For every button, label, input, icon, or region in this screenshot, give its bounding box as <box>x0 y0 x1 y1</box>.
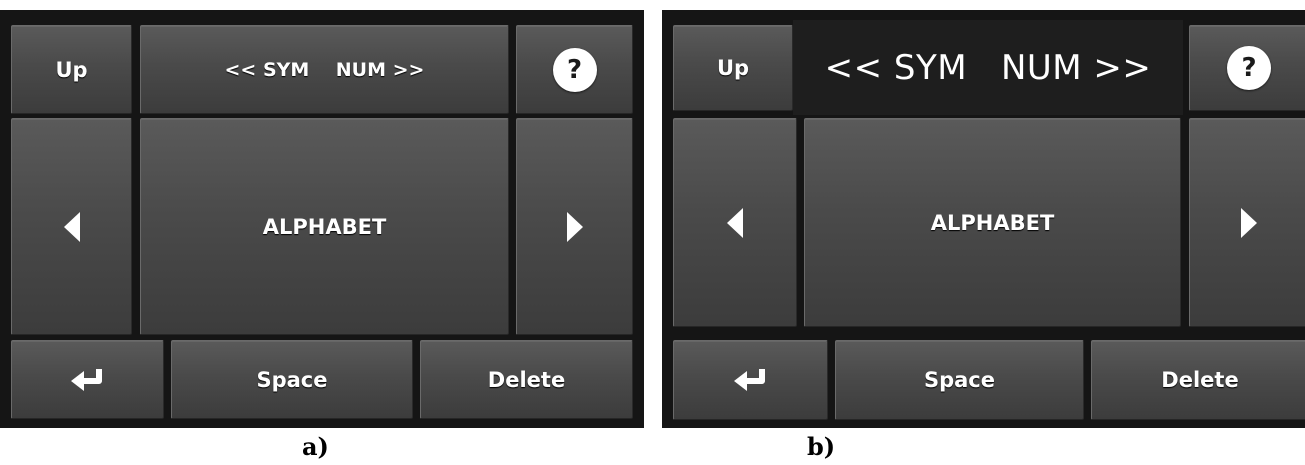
delete-button[interactable]: Delete <box>420 340 633 419</box>
right-arrow-button[interactable] <box>1189 118 1305 327</box>
alphabet-label: ALPHABET <box>262 214 387 239</box>
mode-switch-display[interactable]: << SYM NUM >> <box>793 20 1183 115</box>
right-arrow-icon <box>566 211 583 242</box>
left-arrow-icon <box>63 211 80 242</box>
alphabet-key[interactable]: ALPHABET <box>804 118 1181 327</box>
mode-switch-label: << SYM NUM >> <box>824 47 1152 88</box>
space-label: Space <box>923 368 996 392</box>
space-button[interactable]: Space <box>171 340 413 419</box>
left-arrow-icon <box>727 207 743 238</box>
space-label: Space <box>256 367 328 392</box>
help-icon: ? <box>1227 46 1271 90</box>
mode-switch-button[interactable]: << SYM NUM >> <box>140 25 509 114</box>
delete-label: Delete <box>487 367 566 392</box>
help-button[interactable]: ? <box>516 25 633 114</box>
right-arrow-button[interactable] <box>516 118 633 335</box>
mode-switch-label: << SYM NUM >> <box>224 58 425 81</box>
alphabet-label: ALPHABET <box>930 210 1055 235</box>
figure-caption-a: a) <box>302 432 329 461</box>
alphabet-key[interactable]: ALPHABET <box>140 118 509 335</box>
keyboard-panel-a: Up << SYM NUM >> ? ALPHABET Space Delete <box>0 10 644 428</box>
space-button[interactable]: Space <box>835 340 1084 420</box>
right-arrow-icon <box>1241 207 1257 238</box>
keyboard-panel-b: Up << SYM NUM >> ? ALPHABET Space Delete <box>662 10 1305 428</box>
help-icon: ? <box>552 47 597 92</box>
up-button[interactable]: Up <box>673 25 793 111</box>
figure-caption-b: b) <box>807 432 836 461</box>
up-button-label: Up <box>55 57 88 82</box>
enter-button[interactable] <box>11 340 164 419</box>
help-button[interactable]: ? <box>1189 25 1305 111</box>
up-button-label: Up <box>716 56 750 80</box>
delete-button[interactable]: Delete <box>1091 340 1305 420</box>
delete-label: Delete <box>1161 368 1239 392</box>
enter-button[interactable] <box>673 340 828 420</box>
enter-return-icon <box>69 366 107 394</box>
left-arrow-button[interactable] <box>673 118 797 327</box>
left-arrow-button[interactable] <box>11 118 132 335</box>
enter-return-icon <box>732 366 770 394</box>
up-button[interactable]: Up <box>11 25 132 114</box>
